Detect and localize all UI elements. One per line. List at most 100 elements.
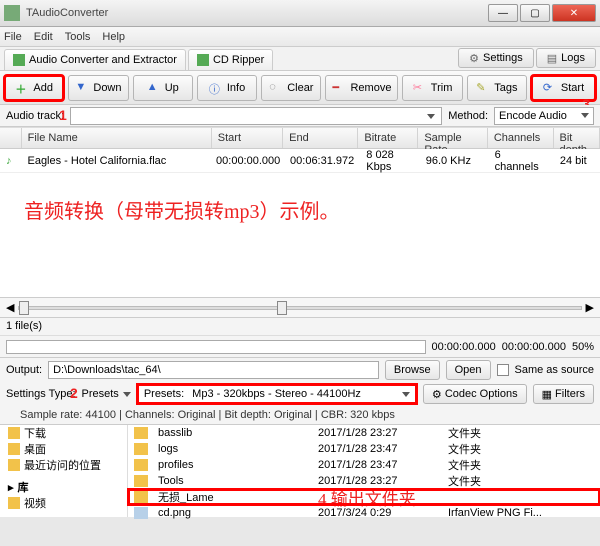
seek-slider[interactable] <box>18 306 581 310</box>
clear-button[interactable]: ◌Clear <box>261 75 321 101</box>
menu-file[interactable]: File <box>4 31 22 43</box>
filters-icon: ▦ <box>542 388 552 401</box>
close-button[interactable]: ✕ <box>552 4 596 22</box>
tab-converter[interactable]: Audio Converter and Extractor <box>4 49 186 70</box>
file-item[interactable]: basslib2017/1/28 23:27文件夹 <box>128 425 600 441</box>
file-item[interactable]: 无损_Lame4 输出文件夹 <box>128 489 600 505</box>
presets-dropdown-label: Presets <box>82 388 119 400</box>
explorer-filepane: basslib2017/1/28 23:27文件夹 logs2017/1/28 … <box>128 425 600 517</box>
image-icon <box>134 507 148 519</box>
folder-icon <box>8 443 20 455</box>
settings-infoline: Sample rate: 44100 | Channels: Original … <box>0 407 600 425</box>
col-channels[interactable]: Channels <box>488 128 554 148</box>
explorer-navpane: 下载 桌面 最近访问的位置 ▸ 库 视频 <box>0 425 128 517</box>
plus-icon: ＋ <box>15 81 29 95</box>
file-item[interactable]: cd.png2017/3/24 0:29IrfanView PNG Fi... <box>128 505 600 521</box>
nav-item[interactable]: 最近访问的位置 <box>0 457 127 473</box>
audio-track-select[interactable] <box>70 107 442 125</box>
method-label: Method: <box>448 110 488 122</box>
info-button[interactable]: ⓘInfo <box>197 75 257 101</box>
folder-icon <box>134 427 148 439</box>
add-button[interactable]: ＋Add <box>4 75 64 101</box>
chevron-down-icon <box>581 113 589 118</box>
settings-type-label: Settings Type: <box>6 388 76 400</box>
output-path[interactable]: D:\Downloads\tac_64\ <box>48 361 379 379</box>
seek-row: ◀ ▶ <box>0 297 600 317</box>
pencil-icon: ✎ <box>476 81 490 95</box>
chevron-down-icon[interactable] <box>123 392 131 397</box>
seek-left-icon[interactable]: ◀ <box>6 301 14 314</box>
output-row: Output: D:\Downloads\tac_64\ Browse Open… <box>0 357 600 381</box>
seek-right-icon[interactable]: ▶ <box>586 301 594 314</box>
nav-item[interactable]: 桌面 <box>0 441 127 457</box>
same-as-source-label: Same as source <box>515 364 594 376</box>
browse-button[interactable]: Browse <box>385 360 440 380</box>
col-end[interactable]: End <box>283 128 358 148</box>
settings-button[interactable]: ⚙ Settings <box>458 48 534 68</box>
tab-ripper[interactable]: CD Ripper <box>188 49 273 70</box>
menu-help[interactable]: Help <box>102 31 125 43</box>
col-bitrate[interactable]: Bitrate <box>358 128 418 148</box>
music-icon <box>13 54 25 66</box>
maximize-button[interactable]: ▢ <box>520 4 550 22</box>
time-b: 00:00:00.000 <box>502 341 566 353</box>
scissors-icon: ✂ <box>413 81 427 95</box>
file-count: 1 file(s) <box>0 317 600 335</box>
table-row[interactable]: ♪ Eagles - Hotel California.flac 00:00:0… <box>0 149 600 173</box>
up-button[interactable]: ▲Up <box>133 75 193 101</box>
filters-button[interactable]: ▦ Filters <box>533 384 594 404</box>
menubar: File Edit Tools Help <box>0 27 600 47</box>
gear-icon: ⚙ <box>432 388 442 401</box>
col-start[interactable]: Start <box>212 128 283 148</box>
annotation-1: 1 <box>59 107 67 123</box>
trim-button[interactable]: ✂Trim <box>402 75 462 101</box>
folder-icon <box>134 475 148 487</box>
audio-track-label: Audio track: <box>6 110 64 122</box>
table-header: File Name Start End Bitrate Sample Rate … <box>0 127 600 149</box>
titlebar: TAudioConverter — ▢ ✕ <box>0 0 600 27</box>
col-samplerate[interactable]: Sample Rate <box>418 128 488 148</box>
col-filename[interactable]: File Name <box>22 128 212 148</box>
nav-item[interactable]: 视频 <box>0 495 127 511</box>
folder-icon <box>8 459 20 471</box>
col-bitdepth[interactable]: Bit depth <box>554 128 600 148</box>
folder-icon <box>134 491 148 503</box>
tags-button[interactable]: ✎Tags <box>467 75 527 101</box>
table-body: ♪ Eagles - Hotel California.flac 00:00:0… <box>0 149 600 297</box>
settings-row: Settings Type: 2 Presets Presets: Mp3 - … <box>0 381 600 407</box>
chevron-down-icon <box>427 114 435 119</box>
gear-icon: ⚙ <box>469 52 479 65</box>
chevron-down-icon <box>402 392 410 397</box>
file-item[interactable]: profiles2017/1/28 23:47文件夹 <box>128 457 600 473</box>
progress-row: 00:00:00.000 00:00:00.000 50% <box>0 335 600 357</box>
minimize-button[interactable]: — <box>488 4 518 22</box>
codec-options-button[interactable]: ⚙ Codec Options <box>423 384 527 404</box>
nav-header[interactable]: ▸ 库 <box>0 479 127 495</box>
clear-icon: ◌ <box>269 81 283 95</box>
logs-button[interactable]: ▤ Logs <box>536 48 596 68</box>
percent: 50% <box>572 341 594 353</box>
tabbar: Audio Converter and Extractor CD Ripper … <box>0 47 600 71</box>
audio-track-row: Audio track: 1 Method: Encode Audio <box>0 105 600 127</box>
open-button[interactable]: Open <box>446 360 491 380</box>
time-a: 00:00:00.000 <box>432 341 496 353</box>
toolbar: ＋Add ▼Down ▲Up ⓘInfo ◌Clear ━Remove ✂Tri… <box>0 71 600 105</box>
down-button[interactable]: ▼Down <box>68 75 128 101</box>
same-as-source-checkbox[interactable] <box>497 364 509 376</box>
remove-button[interactable]: ━Remove <box>325 75 398 101</box>
menu-tools[interactable]: Tools <box>65 31 91 43</box>
progress-bar <box>6 340 426 354</box>
nav-item[interactable]: 下载 <box>0 425 127 441</box>
folder-icon <box>8 427 20 439</box>
log-icon: ▤ <box>547 52 557 65</box>
annotation-4: 4 输出文件夹 <box>318 485 416 510</box>
output-label: Output: <box>6 364 42 376</box>
music-icon: ♪ <box>6 155 12 167</box>
file-item[interactable]: logs2017/1/28 23:47文件夹 <box>128 441 600 457</box>
minus-icon: ━ <box>332 81 346 95</box>
preset-select[interactable]: Presets: Mp3 - 320kbps - Stereo - 44100H… <box>137 384 417 404</box>
method-select[interactable]: Encode Audio <box>494 107 594 125</box>
folder-icon <box>134 459 148 471</box>
info-icon: ⓘ <box>209 81 223 95</box>
menu-edit[interactable]: Edit <box>34 31 53 43</box>
